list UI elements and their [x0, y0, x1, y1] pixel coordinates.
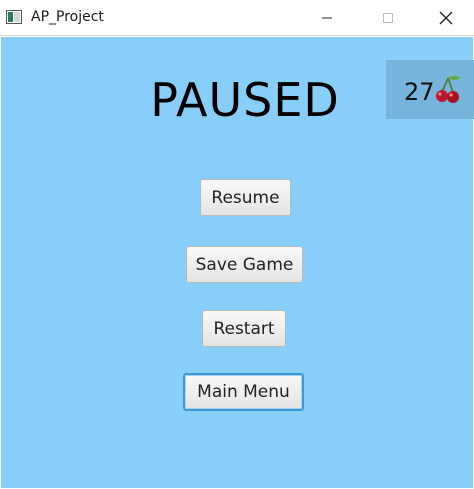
restart-button[interactable]: Restart — [202, 310, 286, 347]
app-window: AP_Project PAUSED 27 Resume Save Game Re… — [0, 0, 474, 489]
pause-scene: PAUSED 27 Resume Save Game Restart Main … — [1, 37, 474, 488]
maximize-button[interactable] — [365, 0, 411, 35]
save-game-button[interactable]: Save Game — [186, 246, 303, 283]
cherry-icon — [434, 74, 462, 104]
minimize-button[interactable] — [304, 0, 350, 35]
minimize-icon — [322, 17, 332, 18]
maximize-icon — [383, 12, 393, 23]
close-button[interactable] — [423, 0, 469, 35]
close-icon — [439, 11, 453, 24]
cherry-count: 27 — [404, 78, 435, 106]
main-menu-button[interactable]: Main Menu — [183, 373, 304, 411]
app-window-icon — [6, 10, 22, 24]
cherry-score-box: 27 — [386, 60, 474, 119]
window-title: AP_Project — [31, 9, 104, 25]
resume-button[interactable]: Resume — [200, 179, 291, 216]
title-bar[interactable]: AP_Project — [0, 0, 474, 36]
